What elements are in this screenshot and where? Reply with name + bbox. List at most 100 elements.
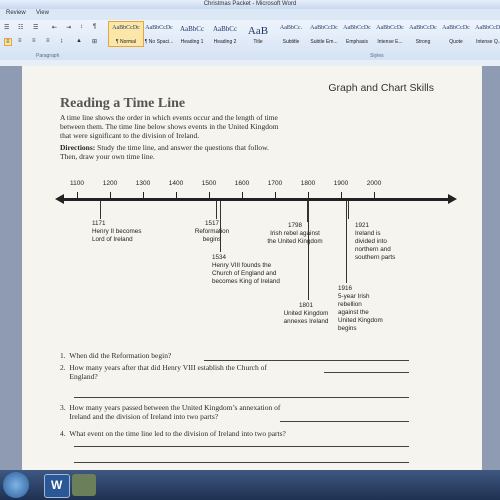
ribbon: ☰ ☷ ☰ ⇤ ⇥ ↕ ¶ ≡ ≡ ≡ ≡ ↨ ▲ ⊞ Paragraph Aa… [0, 20, 500, 61]
directions-line-1: Directions: Study the time line, and ans… [60, 143, 269, 152]
event-connector [216, 201, 217, 219]
style-sample: AaBbCcDc [112, 25, 140, 31]
paragraph-group-label: Paragraph [36, 53, 60, 59]
style-tile[interactable]: AaBbCc Heading 2 [207, 21, 243, 47]
style-tile[interactable]: AaBbCcDc Emphasis [339, 21, 375, 47]
align-right-icon[interactable]: ≡ [32, 38, 36, 44]
year-label: 1900 [333, 180, 349, 187]
year-tick [209, 192, 210, 199]
event-connector [100, 201, 101, 219]
year-tick [374, 192, 375, 199]
year-label: 1800 [300, 180, 316, 187]
year-label: 1500 [201, 180, 217, 187]
menu-bar: Review View [0, 9, 500, 20]
style-name: Subtle Em... [310, 39, 338, 45]
shading-icon[interactable]: ▲ [76, 38, 82, 44]
style-tile[interactable]: AaBbCcDc ¶ Normal [108, 21, 144, 47]
style-tile[interactable]: AaBbCc. Subtitle [273, 21, 309, 47]
question-4: 4. What event on the time line led to th… [60, 429, 286, 438]
year-tick [341, 192, 342, 199]
decrease-indent-icon[interactable]: ⇤ [52, 24, 57, 31]
directions-line-2: Then, draw your own time line. [60, 152, 155, 161]
timeline-arrow-right [448, 194, 457, 204]
year-tick [110, 192, 111, 199]
page-title: Reading a Time Line [60, 96, 186, 111]
menu-view[interactable]: View [36, 10, 49, 16]
style-name: Strong [415, 39, 431, 45]
event-connector [348, 201, 349, 219]
style-sample: AaBbCcDc [310, 25, 338, 31]
answer-line-4a[interactable] [74, 446, 409, 447]
event-1534: 1534 Henry VIII founds the Church of Eng… [212, 254, 280, 285]
year-tick [77, 192, 78, 199]
style-sample: AaBbCcDc [475, 25, 500, 31]
taskbar: W [0, 470, 500, 500]
show-formatting-icon[interactable]: ¶ [93, 24, 96, 30]
increase-indent-icon[interactable]: ⇥ [66, 24, 71, 31]
style-name: ¶ Normal [115, 39, 137, 45]
question-3: 3. How many years passed between the Uni… [60, 403, 281, 421]
window-title: Christmas Packet - Microsoft Word [203, 1, 297, 7]
sort-icon[interactable]: ↕ [80, 24, 83, 30]
style-sample: AaB [247, 25, 269, 37]
style-name: Subtitle [282, 39, 300, 45]
event-1916: 1916 5-year Irish rebellion against the … [338, 285, 383, 332]
answer-line-3[interactable] [280, 421, 409, 422]
style-tile[interactable]: AaBbCcDc Quote [438, 21, 474, 47]
answer-line-2a[interactable] [324, 372, 409, 373]
answer-line-2b[interactable] [74, 397, 409, 398]
word-w-icon: W [51, 478, 63, 492]
question-1: 1. When did the Reformation begin? [60, 351, 172, 360]
year-tick [275, 192, 276, 199]
timeline-axis [62, 198, 450, 201]
year-label: 1700 [267, 180, 283, 187]
answer-line-4b[interactable] [74, 462, 409, 463]
year-label: 1300 [135, 180, 151, 187]
style-name: ¶ No Spaci... [144, 39, 174, 45]
borders-icon[interactable]: ⊞ [92, 38, 97, 45]
event-1171: 1171 Henry II becomes Lord of Ireland [92, 220, 142, 243]
style-name: Title [253, 39, 263, 45]
bullets-icon[interactable]: ☰ [4, 24, 9, 31]
word-app-icon[interactable]: W [44, 474, 70, 498]
style-tile[interactable]: AaBbCcDc ¶ No Spaci... [141, 21, 177, 47]
align-left-icon[interactable]: ≡ [4, 38, 12, 46]
style-tile[interactable]: AaBbCcDc Subtle Em... [306, 21, 342, 47]
event-1921: 1921 Ireland is divided into northern an… [355, 222, 396, 261]
event-connector [308, 201, 309, 300]
photos-app-icon[interactable] [72, 474, 96, 496]
style-sample: AaBbCcDc [409, 25, 437, 31]
answer-line-1[interactable] [204, 360, 409, 361]
style-name: Emphasis [346, 39, 368, 45]
line-spacing-icon[interactable]: ↨ [60, 38, 63, 44]
year-label: 1200 [102, 180, 118, 187]
style-sample: AaBbCc [179, 25, 205, 33]
intro-line-1: A time line shows the order in which eve… [60, 113, 278, 122]
align-center-icon[interactable]: ≡ [18, 38, 22, 44]
style-tile[interactable]: AaBbCc Heading 1 [174, 21, 210, 47]
style-tile[interactable]: AaBbCcDc Intense Q... [471, 21, 500, 47]
year-label: 1100 [70, 180, 84, 187]
justify-icon[interactable]: ≡ [46, 38, 50, 44]
style-sample: AaBbCcDc [343, 25, 371, 31]
multilevel-list-icon[interactable]: ☰ [33, 24, 38, 31]
intro-line-3: that were significant to the division of… [60, 131, 200, 140]
document-page[interactable]: Graph and Chart Skills Reading a Time Li… [22, 66, 482, 470]
style-tile[interactable]: AaBbCcDc Intense E... [372, 21, 408, 47]
style-sample: AaBbCcDc [145, 25, 173, 31]
event-1798: 1798 Irish rebel against the United King… [267, 222, 323, 245]
numbering-icon[interactable]: ☷ [18, 24, 23, 31]
style-name: Heading 1 [180, 39, 204, 45]
year-tick [308, 192, 309, 199]
directions-text: Study the time line, and answer the ques… [95, 143, 269, 152]
start-button[interactable] [3, 472, 29, 498]
menu-review[interactable]: Review [6, 10, 26, 16]
section-header: Graph and Chart Skills [328, 82, 434, 94]
directions-label: Directions: [60, 143, 96, 152]
style-name: Quote [449, 39, 463, 45]
style-tile[interactable]: AaBbCcDc Strong [405, 21, 441, 47]
year-label: 1400 [168, 180, 184, 187]
style-tile[interactable]: AaB Title [240, 21, 276, 47]
style-name: Intense E... [377, 39, 403, 45]
style-sample: AaBbCc [212, 25, 238, 33]
